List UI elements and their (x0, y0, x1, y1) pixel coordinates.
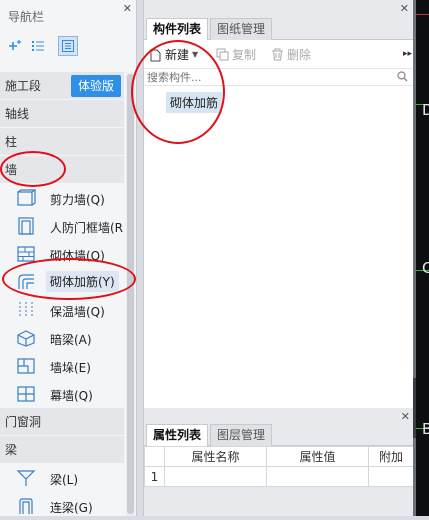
nav-item-label: 砌体加筋(Y) (46, 271, 119, 292)
category-wall[interactable]: 墙 (0, 156, 124, 184)
nav-item-label: 墙垛(E) (50, 361, 91, 375)
nav-tree: 施工段 体验版 轴线 柱 墙 剪力墙(Q) 人防门框墙(R 砌体墙(Q) 砌体加… (0, 72, 124, 520)
civil-defense-door-wall-icon (18, 217, 34, 235)
category-label: 门窗洞 (5, 415, 42, 429)
nav-item-insulation-wall[interactable]: 保温墙(Q) (0, 296, 124, 324)
category-beam[interactable]: 梁 (0, 436, 124, 464)
masonry-rebar-icon (18, 274, 34, 289)
nav-item-label: 暗梁(A) (50, 333, 92, 347)
tab-component-list[interactable]: 构件列表 (146, 18, 209, 40)
coupling-beam-icon (19, 498, 33, 514)
nav-item-shear-wall[interactable]: 剪力墙(Q) (0, 184, 124, 212)
search-icon[interactable] (397, 71, 408, 82)
category-label: 轴线 (5, 107, 30, 121)
nav-item-beam[interactable]: 梁(L) (0, 464, 124, 492)
new-file-icon (149, 48, 161, 61)
insulation-wall-icon (19, 302, 33, 318)
more-icon[interactable]: ▸▸ (403, 49, 412, 59)
nav-title: 导航栏 (8, 10, 45, 24)
navigation-panel: 导航栏 ✕ 施工段 体验版 轴线 柱 墙 剪力墙(Q) 人防门框墙(R 砌体墙(… (0, 0, 137, 516)
curtain-wall-icon (17, 386, 35, 402)
column-header: 附加 (368, 446, 414, 467)
tab-property-list[interactable]: 属性列表 (146, 424, 209, 446)
nav-title-bar: 导航栏 ✕ (0, 0, 136, 32)
nav-close-icon[interactable]: ✕ (123, 2, 132, 15)
nav-item-label: 保温墙(Q) (50, 305, 105, 319)
properties-tabs: 属性列表 图层管理 (144, 424, 414, 446)
dropdown-arrow-icon: ▼ (192, 50, 199, 59)
category-label: 施工段 (5, 79, 42, 93)
axis-label-d: D (422, 101, 429, 119)
new-button[interactable]: 新建 ▼ (148, 46, 198, 63)
properties-panel: ✕ 属性列表 图层管理 属性名称 属性值 附加 1 (144, 408, 414, 516)
component-list-area: 新建 ▼ 复制 删除 ▸▸ 砌体加筋 (144, 40, 414, 408)
copy-icon (216, 48, 229, 61)
nav-item-label: 幕墙(Q) (50, 389, 93, 403)
drawing-canvas[interactable]: D C B (413, 0, 429, 516)
properties-close-icon[interactable]: ✕ (401, 410, 410, 423)
axis-label-c: C (422, 259, 429, 277)
list-view-icon[interactable] (28, 36, 48, 56)
nav-scrollbar-thumb[interactable] (127, 74, 134, 514)
hidden-beam-icon (17, 330, 35, 347)
nav-item-label: 剪力墙(Q) (50, 193, 105, 207)
nav-item-masonry-wall[interactable]: 砌体墙(Q) (0, 240, 124, 268)
nav-item-civil-defense-wall[interactable]: 人防门框墙(R (0, 212, 124, 240)
add-sparkle-icon[interactable] (6, 36, 26, 56)
table-row[interactable]: 1 (144, 466, 414, 487)
nav-toolbar (0, 32, 136, 62)
index-header (144, 446, 165, 467)
row-index: 1 (144, 466, 165, 487)
nav-item-label: 砌体墙(Q) (50, 249, 105, 263)
component-toolbar: 新建 ▼ 复制 删除 ▸▸ (144, 40, 414, 68)
category-label: 墙 (5, 163, 18, 177)
column-header: 属性值 (266, 446, 369, 467)
wall-pier-icon (17, 358, 35, 374)
nav-item-label: 人防门框墙(R (50, 221, 124, 235)
delete-label: 删除 (287, 48, 312, 62)
component-tree-item[interactable]: 砌体加筋 (166, 92, 223, 113)
property-name-cell[interactable] (164, 466, 267, 487)
category-opening[interactable]: 门窗洞 (0, 408, 124, 436)
component-tabs: 构件列表 图纸管理 (144, 18, 414, 40)
canvas-scrollbar[interactable] (413, 0, 416, 516)
nav-item-label: 连梁(G) (50, 501, 93, 515)
canvas-grid-line (416, 14, 429, 15)
category-axis[interactable]: 轴线 (0, 100, 124, 128)
copy-button[interactable]: 复制 (216, 46, 256, 63)
copy-label: 复制 (232, 48, 257, 62)
property-extra-cell[interactable] (368, 466, 414, 487)
properties-table: 属性名称 属性值 附加 1 (144, 446, 414, 487)
nav-item-label: 梁(L) (50, 473, 79, 487)
category-label: 梁 (5, 443, 18, 457)
delete-button[interactable]: 删除 (271, 46, 311, 63)
property-value-cell[interactable] (266, 466, 369, 487)
nav-item-curtain-wall[interactable]: 幕墙(Q) (0, 380, 124, 408)
canvas-scrollbar-thumb[interactable] (413, 378, 416, 438)
component-panel-close-icon[interactable]: ✕ (400, 2, 409, 15)
detail-view-icon[interactable] (58, 36, 78, 56)
tab-layer-management[interactable]: 图层管理 (210, 424, 273, 446)
beam-icon (16, 470, 36, 486)
axis-label-b: B (422, 420, 429, 438)
nav-scrollbar[interactable] (126, 72, 135, 516)
nav-item-masonry-rebar[interactable]: 砌体加筋(Y) (0, 268, 124, 296)
column-header: 属性名称 (164, 446, 267, 467)
shear-wall-icon (17, 189, 36, 206)
masonry-wall-icon (17, 246, 35, 262)
nav-item-wall-pier[interactable]: 墙垛(E) (0, 352, 124, 380)
trash-icon (272, 48, 283, 61)
component-search (144, 68, 414, 86)
properties-header-row: 属性名称 属性值 附加 (144, 446, 414, 467)
category-label: 柱 (5, 135, 18, 149)
category-column[interactable]: 柱 (0, 128, 124, 156)
new-label: 新建 (165, 48, 190, 62)
category-stage[interactable]: 施工段 体验版 (0, 72, 124, 100)
tab-drawing-management[interactable]: 图纸管理 (210, 18, 273, 40)
component-panel: ✕ 构件列表 图纸管理 新建 ▼ 复制 删除 ▸▸ 砌体加筋 (143, 0, 414, 516)
nav-item-hidden-beam[interactable]: 暗梁(A) (0, 324, 124, 352)
trial-badge[interactable]: 体验版 (70, 75, 121, 97)
component-search-input[interactable] (144, 69, 384, 85)
